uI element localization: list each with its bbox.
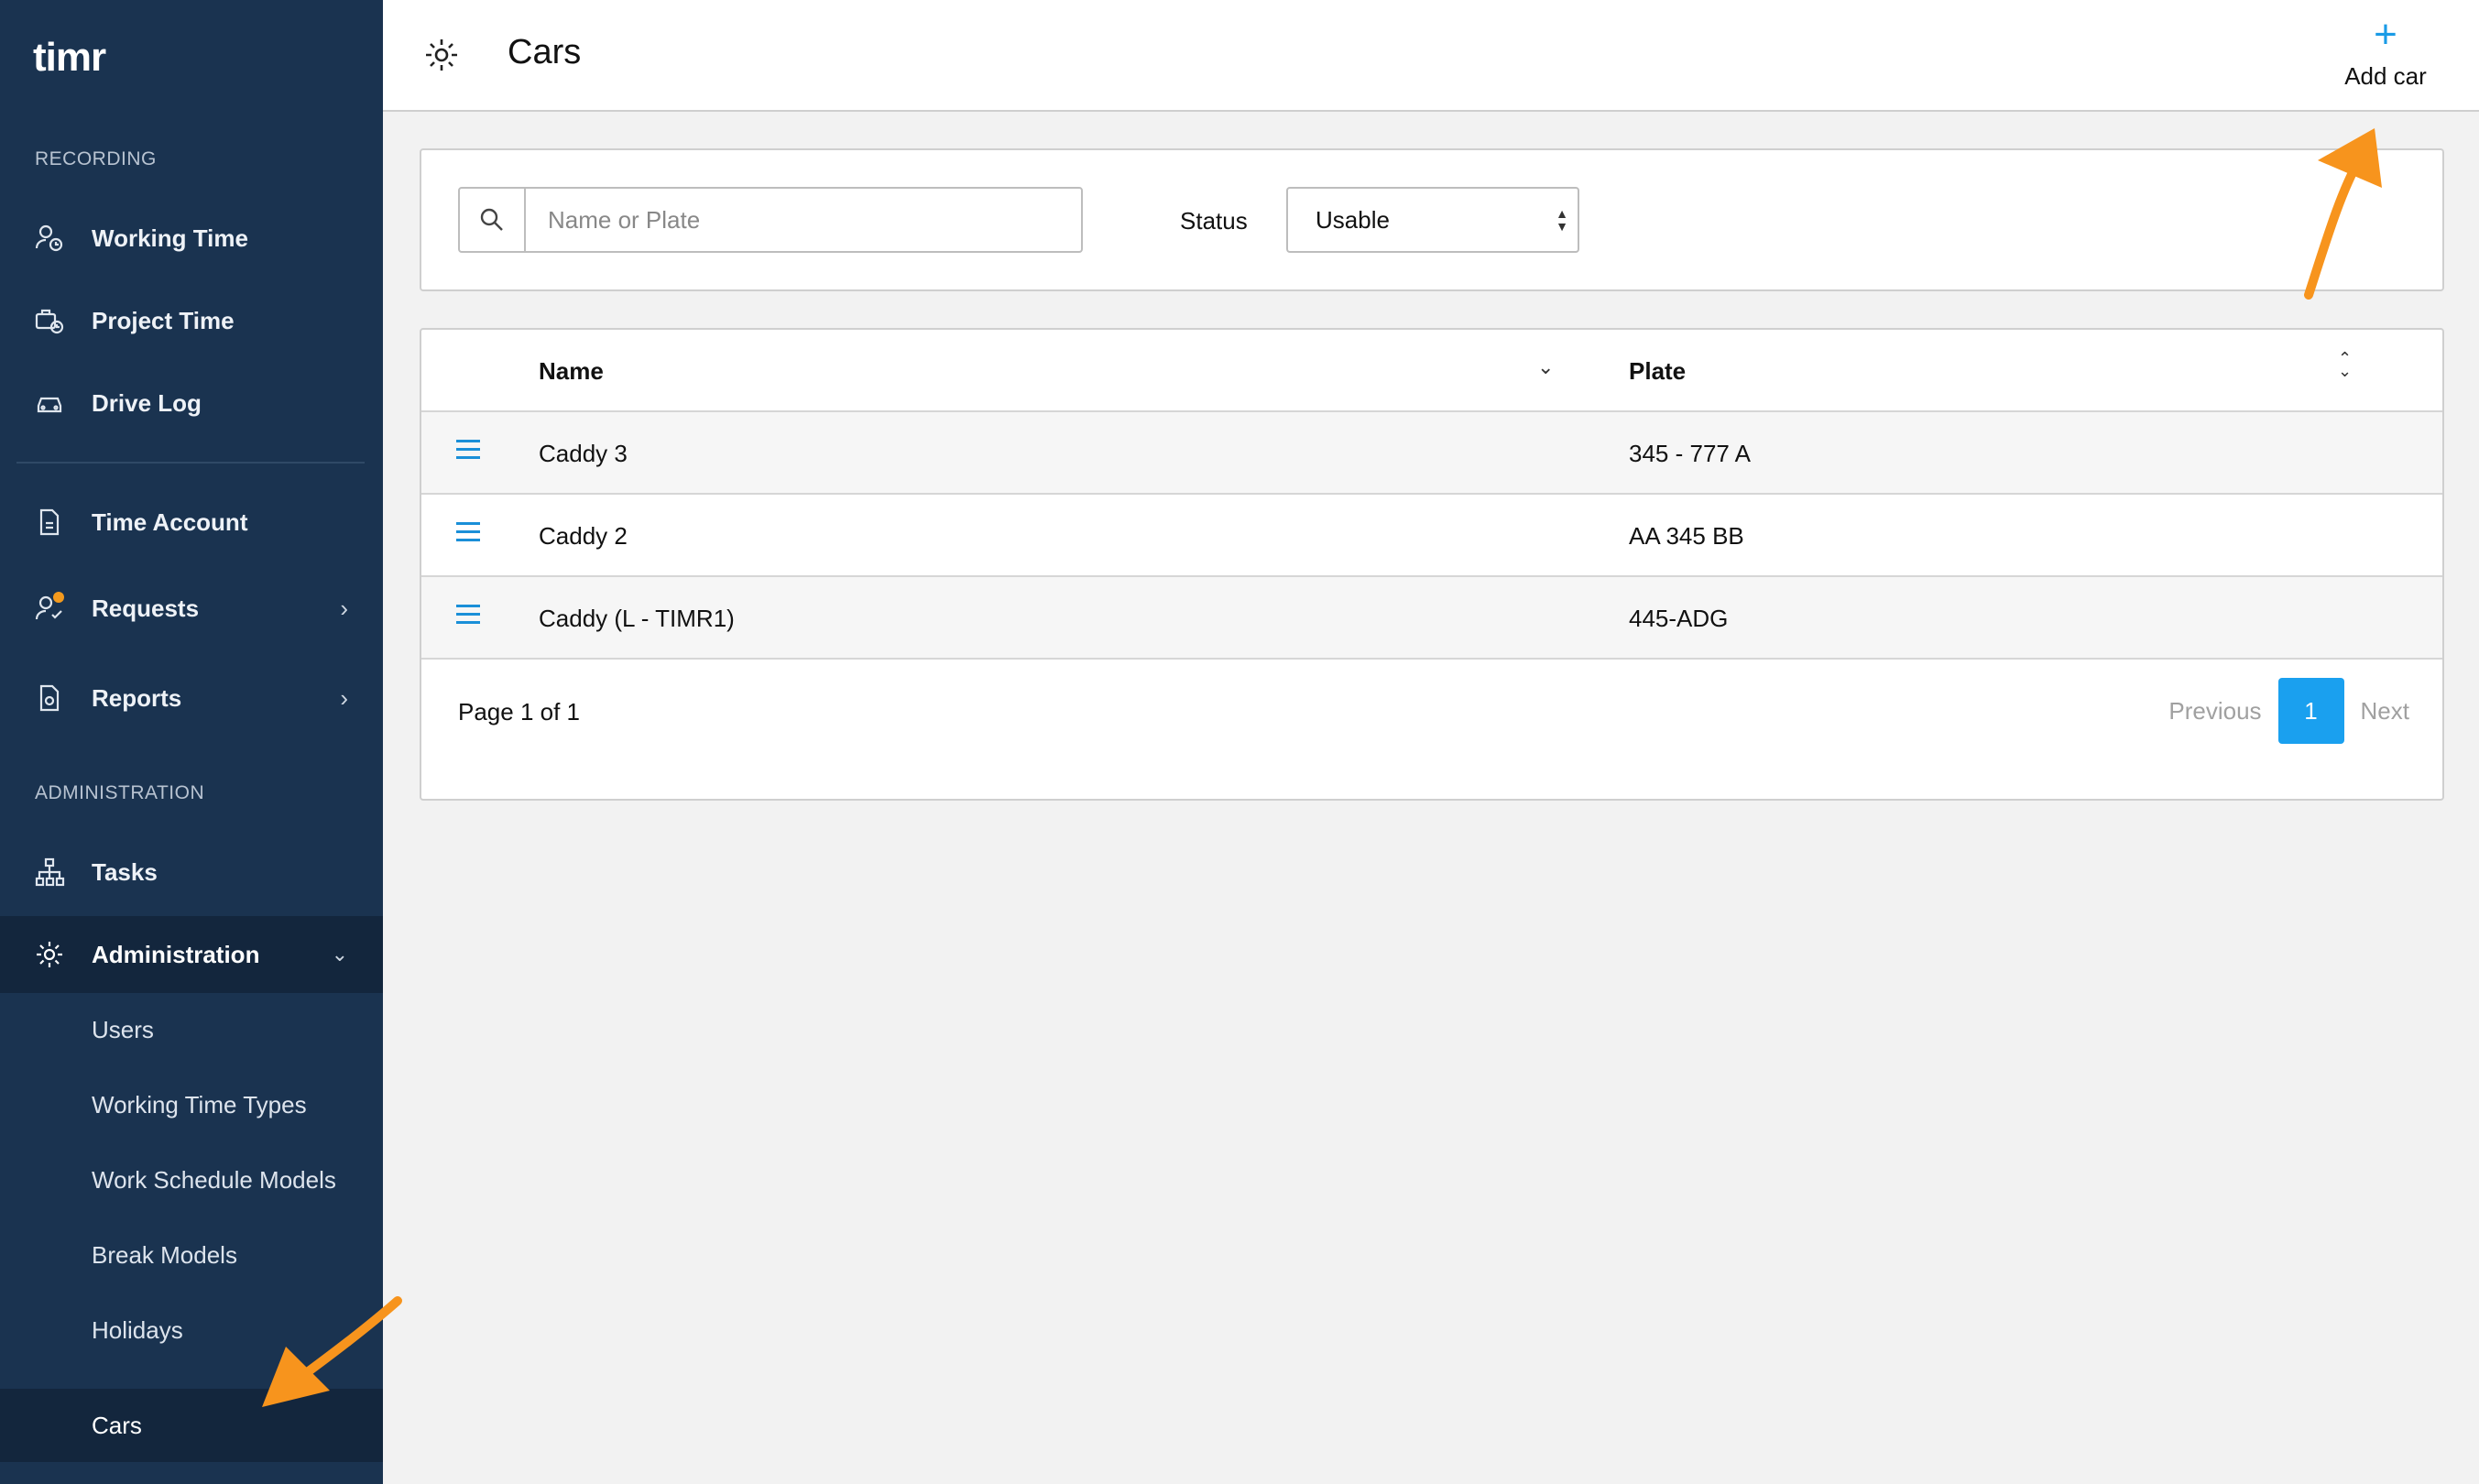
table-row[interactable]: Caddy (L - TIMR1) 445-ADG (421, 577, 2442, 660)
sort-descending-icon[interactable]: ⌄ (1537, 355, 1554, 379)
sidebar-item-tasks[interactable]: Tasks (0, 834, 383, 911)
cell-plate: AA 345 BB (1629, 522, 1744, 550)
status-select-value: Usable (1316, 205, 1390, 234)
cell-name: Caddy 3 (539, 440, 628, 467)
add-car-button[interactable]: + Add car (2331, 12, 2441, 99)
user-check-icon (33, 592, 66, 625)
sidebar-item-label: Project Time (92, 306, 235, 334)
sidebar-item-administration[interactable]: Administration ⌄ (0, 916, 383, 993)
submenu-item-working-time-types[interactable]: Working Time Types (0, 1068, 383, 1141)
filter-panel: Status Usable ▲▼ (420, 148, 2444, 291)
status-select[interactable]: Usable ▲ ▼ (1286, 187, 1579, 253)
sidebar-item-project-time[interactable]: Project Time (0, 282, 383, 359)
column-header-plate[interactable]: Plate (1629, 357, 1686, 386)
status-label: Status (1180, 207, 1248, 235)
row-menu-icon[interactable] (456, 440, 480, 462)
submenu-item-work-schedule-models[interactable]: Work Schedule Models (0, 1143, 383, 1217)
chevron-right-icon: › (340, 683, 348, 712)
submenu-item-holidays[interactable]: Holidays (0, 1293, 383, 1367)
search-box (458, 187, 1083, 253)
briefcase-clock-icon (33, 304, 66, 337)
report-icon (33, 682, 66, 715)
pagination: Previous 1 Next (2168, 678, 2409, 744)
pagination-summary: Page 1 of 1 (458, 698, 580, 726)
submenu-item-label: Holidays (92, 1315, 183, 1344)
previous-button[interactable]: Previous (2168, 697, 2261, 726)
submenu-item-users[interactable]: Users (0, 993, 383, 1066)
logo-text: timr (33, 35, 106, 80)
gear-icon (426, 39, 457, 71)
gear-icon (33, 938, 66, 971)
submenu-item-break-models[interactable]: Break Models (0, 1218, 383, 1292)
column-header-name[interactable]: Name (539, 357, 604, 386)
search-input[interactable] (526, 189, 1081, 251)
sidebar-item-label: Time Account (92, 507, 248, 536)
sidebar-item-drive-log[interactable]: Drive Log (0, 365, 383, 442)
submenu-item-label: Cars (92, 1411, 142, 1439)
notification-badge (53, 592, 64, 603)
cell-name: Caddy (L - TIMR1) (539, 605, 735, 632)
sidebar-divider (16, 462, 365, 464)
page-title: Cars (508, 33, 582, 71)
sidebar-item-working-time[interactable]: Working Time (0, 200, 383, 277)
next-button[interactable]: Next (2361, 697, 2409, 726)
plus-icon: + (2374, 12, 2397, 57)
cars-table: Name ⌄ Plate ⌃ ⌄ Caddy 3 345 - 777 A Cadd… (420, 328, 2444, 801)
chevron-down-icon: ⌄ (331, 943, 348, 966)
section-label-administration: ADMINISTRATION (35, 782, 205, 803)
select-arrows-icon: ▲ ▼ (1556, 206, 1568, 234)
page-header: Cars + Add car (383, 0, 2479, 112)
table-row[interactable]: Caddy 3 345 - 777 A (421, 412, 2442, 495)
timr-logo[interactable]: timr (33, 35, 106, 81)
sidebar-item-requests[interactable]: Requests › (0, 570, 383, 647)
row-menu-icon[interactable] (456, 605, 480, 627)
administration-submenu: Users Working Time Types Work Schedule M… (0, 993, 383, 1484)
cell-name: Caddy 2 (539, 522, 628, 550)
car-icon (33, 387, 66, 420)
search-icon (460, 189, 526, 251)
sidebar-item-label: Administration (92, 940, 260, 968)
sidebar-item-label: Tasks (92, 857, 158, 886)
chevron-right-icon: › (340, 594, 348, 622)
row-menu-icon[interactable] (456, 522, 480, 544)
table-header: Name ⌄ Plate ⌃ ⌄ (421, 330, 2442, 412)
submenu-item-label: Working Time Types (92, 1090, 307, 1118)
section-label-recording: RECORDING (35, 148, 157, 169)
submenu-item-label: Users (92, 1015, 154, 1043)
user-clock-icon (33, 222, 66, 255)
sidebar: timr RECORDING Working Time Project Time… (0, 0, 383, 1484)
document-icon (33, 506, 66, 539)
page-1-button[interactable]: 1 (2277, 678, 2344, 744)
submenu-item-cars[interactable]: Cars (0, 1389, 383, 1462)
add-car-label: Add car (2344, 62, 2427, 90)
submenu-item-label: Break Models (92, 1240, 237, 1269)
sidebar-item-label: Drive Log (92, 388, 202, 417)
sidebar-item-reports[interactable]: Reports › (0, 660, 383, 737)
sort-icon[interactable]: ⌃ ⌄ (2338, 350, 2352, 379)
table-row[interactable]: Caddy 2 AA 345 BB (421, 495, 2442, 577)
hierarchy-icon (33, 856, 66, 889)
sidebar-item-label: Reports (92, 683, 182, 712)
sidebar-item-label: Working Time (92, 224, 248, 252)
sidebar-item-time-account[interactable]: Time Account (0, 484, 383, 561)
cell-plate: 345 - 777 A (1629, 440, 1751, 467)
sidebar-item-label: Requests (92, 594, 200, 622)
submenu-item-label: Work Schedule Models (92, 1165, 336, 1194)
cell-plate: 445-ADG (1629, 605, 1729, 632)
